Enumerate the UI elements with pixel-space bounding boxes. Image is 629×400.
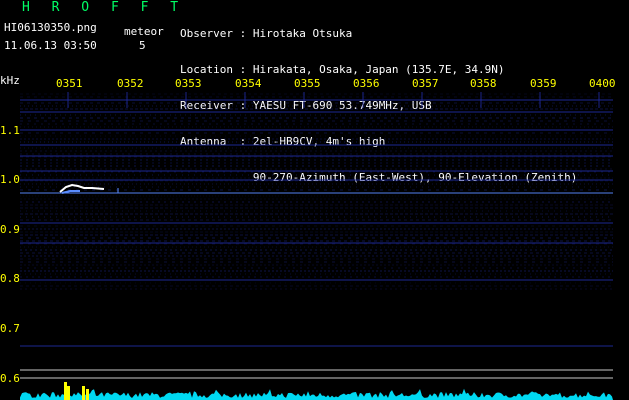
freq-tick-label: 1.1 <box>0 124 20 137</box>
time-tick-label: 0351 <box>56 77 83 90</box>
frequency-unit-label: kHz <box>0 74 20 87</box>
freq-tick-label: 1.0 <box>0 173 20 186</box>
station-value: Hirakata, Osaka, Japan (135.7E, 34.9N) <box>252 63 505 76</box>
freq-tick-label: 0.9 <box>0 223 20 236</box>
noise-floor-trace <box>20 382 613 400</box>
spectrogram-plot <box>20 92 613 400</box>
meteor-echo-trace <box>59 183 119 194</box>
meteor-label: meteor <box>124 25 164 38</box>
time-tick-label: 0352 <box>117 77 144 90</box>
noise-floor <box>20 388 613 400</box>
freq-tick-label: 0.7 <box>0 322 20 335</box>
station-label: Location <box>180 63 240 76</box>
meteor-peak <box>82 386 85 400</box>
meteor-peak <box>64 382 67 400</box>
station-value: Hirotaka Otsuka <box>252 27 353 40</box>
freq-tick-label: 0.6 <box>0 372 20 385</box>
time-tick-label: 0354 <box>235 77 262 90</box>
image-filename: HI06130350.png <box>4 21 97 34</box>
app-title: H R O F F T <box>22 0 186 15</box>
meteor-peak <box>86 389 89 400</box>
station-label: Observer <box>180 27 240 40</box>
horizontal-signal-lines <box>20 99 613 347</box>
time-tick-label: 0358 <box>470 77 497 90</box>
station-row-location: Location : Hirakata, Osaka, Japan (135.7… <box>180 63 505 76</box>
time-tick-label: 0356 <box>353 77 380 90</box>
station-row-observer: Observer : Hirotaka Otsuka <box>180 27 353 40</box>
freq-tick-label: 0.8 <box>0 272 20 285</box>
capture-datetime: 11.06.13 03:50 <box>4 39 97 52</box>
time-tick-label: 0400 <box>589 77 616 90</box>
time-tick-label: 0353 <box>175 77 202 90</box>
time-tick-label: 0357 <box>412 77 439 90</box>
reference-lines <box>20 369 613 379</box>
noise-pattern <box>20 93 613 290</box>
meteor-count: 5 <box>139 39 146 52</box>
meteor-peak <box>67 386 70 400</box>
time-tick-label: 0359 <box>530 77 557 90</box>
time-tick-label: 0355 <box>294 77 321 90</box>
